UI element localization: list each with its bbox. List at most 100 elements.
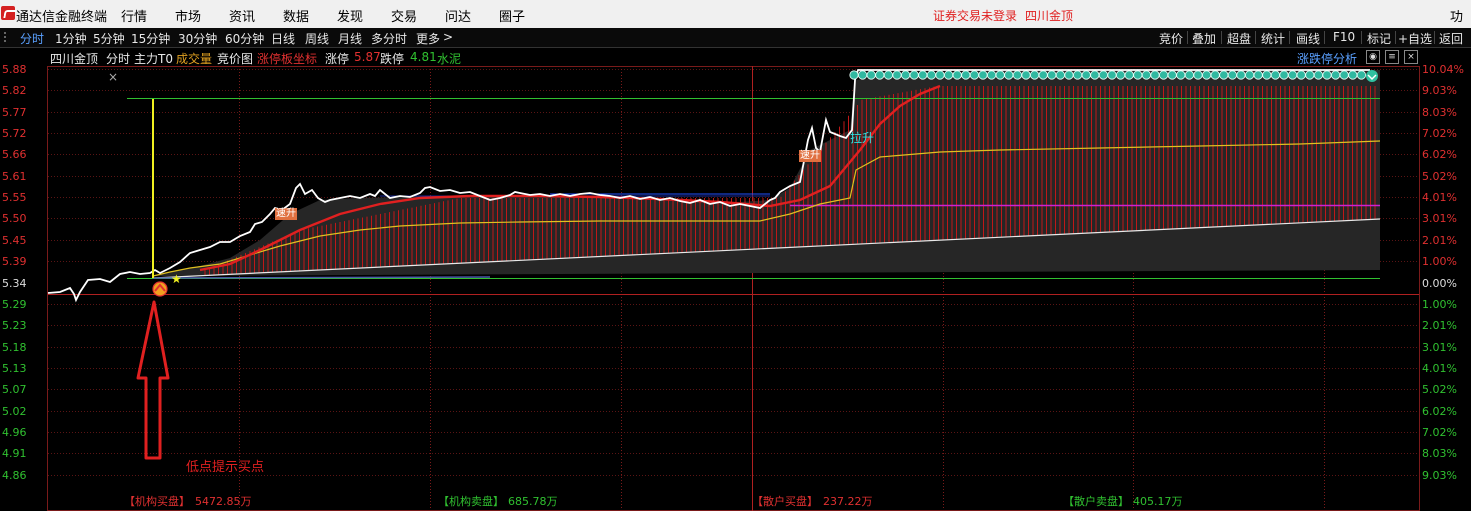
menu-ask[interactable]: 问达 — [445, 6, 471, 25]
tab-add-watchlist[interactable]: +自选 — [1398, 30, 1432, 47]
chart-info-line: 四川金顶 分时 主力T0 成交量 竞价图 涨停板坐标 涨停 5.87 跌停 4.… — [0, 48, 1471, 66]
tab-overlay[interactable]: 叠加 — [1192, 30, 1216, 47]
main-t0-label[interactable]: 主力T0 — [134, 50, 173, 67]
tab-daily[interactable]: 日线 — [271, 30, 295, 47]
login-notice[interactable]: 证券交易未登录 — [933, 7, 1017, 24]
retail-sell-value: 405.17万 — [1133, 495, 1183, 508]
price-tick-label: 5.66 — [2, 148, 27, 162]
percent-tick-label: 3.01% — [1422, 340, 1457, 354]
limit-up-marker — [1253, 70, 1263, 80]
limit-up-marker — [1322, 70, 1332, 80]
percent-tick-label: 5.02% — [1422, 383, 1457, 397]
retail-buy-value: 237.22万 — [823, 495, 873, 508]
limit-up-marker — [1038, 70, 1048, 80]
limit-up-marker — [961, 70, 971, 80]
menu-news[interactable]: 资讯 — [229, 6, 255, 25]
limit-up-marker — [1030, 70, 1040, 80]
sector-label[interactable]: 水泥 — [437, 50, 461, 67]
close-icon[interactable]: × — [108, 70, 118, 84]
tab-monthly[interactable]: 月线 — [338, 30, 362, 47]
price-tick-label: 5.50 — [2, 212, 27, 226]
tab-draw[interactable]: 画线 — [1296, 30, 1320, 47]
limit-up-marker — [1133, 70, 1143, 80]
menu-trade[interactable]: 交易 — [391, 6, 417, 25]
menu-market[interactable]: 市场 — [175, 6, 201, 25]
limit-up-marker — [1159, 70, 1169, 80]
limit-up-marker — [986, 70, 997, 80]
limit-up-marker — [1124, 70, 1134, 80]
retail-sell-label: 【散户卖盘】 — [1063, 495, 1129, 508]
price-tick-label: 5.45 — [2, 233, 27, 247]
list-icon[interactable]: ≡ — [1385, 50, 1399, 64]
limit-analysis-label[interactable]: 涨跌停分析 — [1297, 50, 1357, 67]
limit-up-marker — [892, 70, 902, 80]
percent-tick-label: 2.01% — [1422, 319, 1457, 333]
intraday-chart[interactable]: ★ — [0, 66, 1471, 511]
tab-5min[interactable]: 5分钟 — [93, 30, 125, 47]
tab-super[interactable]: 超盘 — [1227, 30, 1251, 47]
limit-up-marker — [900, 70, 911, 80]
grip-icon — [4, 32, 12, 42]
limit-up-marker — [1262, 70, 1272, 80]
tab-mark[interactable]: 标记 — [1367, 30, 1391, 47]
price-tick-label: 5.29 — [2, 297, 27, 311]
percent-tick-label: 1.00% — [1422, 297, 1457, 311]
menu-bar: 通达信金融终端 行情 市场 资讯 数据 发现 交易 问达 圈子 证券交易未登录 … — [0, 0, 1471, 44]
settings-icon[interactable]: ◉ — [1366, 50, 1380, 64]
limit-up-marker — [1081, 70, 1091, 80]
price-tick-label: 5.34 — [2, 276, 27, 290]
tab-weekly[interactable]: 周线 — [305, 30, 329, 47]
chevron-right-icon[interactable]: > — [443, 30, 453, 44]
limit-down-value: 4.81 — [410, 50, 437, 64]
inst-sell-value: 685.78万 — [508, 495, 558, 508]
limit-up-marker — [1356, 70, 1367, 80]
limit-up-marker — [1055, 70, 1066, 80]
limit-up-marker — [926, 70, 937, 80]
percent-tick-label: 9.03% — [1422, 84, 1457, 98]
limit-up-marker — [1227, 70, 1238, 80]
tab-auction[interactable]: 竞价 — [1159, 30, 1183, 47]
tab-15min[interactable]: 15分钟 — [131, 30, 170, 47]
price-tick-label: 4.86 — [2, 468, 27, 482]
tab-1min[interactable]: 1分钟 — [55, 30, 87, 47]
limit-up-marker — [943, 70, 954, 80]
limit-up-marker — [969, 70, 980, 80]
price-tick-label: 5.13 — [2, 361, 27, 375]
menu-data[interactable]: 数据 — [283, 6, 309, 25]
percent-tick-label: 3.01% — [1422, 212, 1457, 226]
limit-up-marker — [1348, 70, 1358, 80]
limit-up-marker — [1331, 70, 1341, 80]
tab-f10[interactable]: F10 — [1333, 30, 1355, 44]
percent-tick-label: 6.02% — [1422, 404, 1457, 418]
bid-chart-label[interactable]: 竞价图 — [217, 50, 253, 67]
limit-coord-label[interactable]: 涨停板坐标 — [257, 50, 317, 67]
limit-up-marker — [1012, 70, 1023, 80]
tab-30min[interactable]: 30分钟 — [178, 30, 217, 47]
limit-up-marker — [1202, 70, 1212, 80]
limit-up-marker — [857, 70, 868, 80]
tab-back[interactable]: 返回 — [1439, 30, 1463, 47]
limit-up-value: 5.87 — [354, 50, 381, 64]
menu-circle[interactable]: 圈子 — [499, 6, 525, 25]
tab-stats[interactable]: 统计 — [1261, 30, 1285, 47]
star-icon: ★ — [171, 272, 182, 286]
price-tick-label: 4.91 — [2, 447, 27, 461]
tab-multi-intraday[interactable]: 多分时 — [371, 30, 407, 47]
speed-up-tag: 速升 — [275, 208, 297, 220]
tab-60min[interactable]: 60分钟 — [225, 30, 264, 47]
limit-up-marker — [1219, 70, 1229, 80]
price-tick-label: 5.02 — [2, 404, 27, 418]
close-icon[interactable]: × — [1404, 50, 1418, 64]
tab-more[interactable]: 更多 — [416, 30, 440, 47]
percent-tick-label: 10.04% — [1422, 63, 1464, 76]
volume-label[interactable]: 成交量 — [176, 50, 212, 67]
limit-up-marker — [1279, 70, 1289, 80]
menu-quotes[interactable]: 行情 — [121, 6, 147, 25]
limit-up-marker — [883, 70, 894, 80]
limit-up-marker — [1313, 70, 1324, 80]
tab-intraday[interactable]: 分时 — [20, 30, 44, 47]
menu-discover[interactable]: 发现 — [337, 6, 363, 25]
mode-label[interactable]: 分时 — [106, 50, 130, 67]
percent-tick-label: 7.02% — [1422, 127, 1457, 141]
limit-down-label: 跌停 — [380, 52, 405, 66]
